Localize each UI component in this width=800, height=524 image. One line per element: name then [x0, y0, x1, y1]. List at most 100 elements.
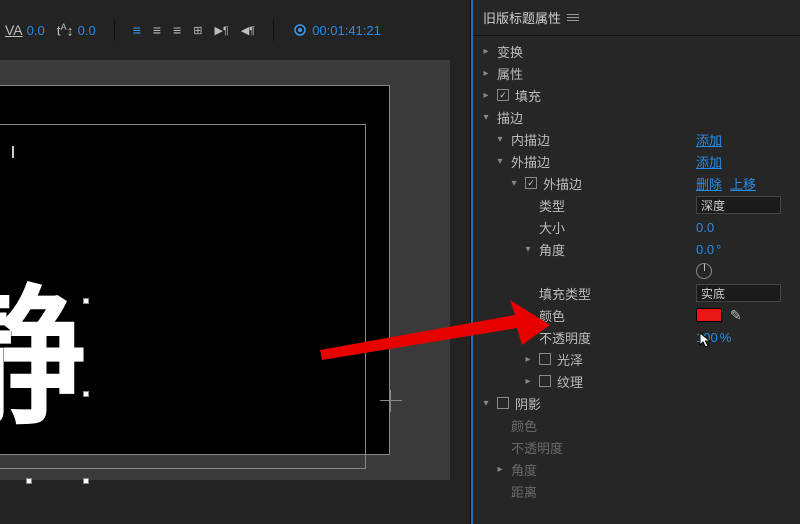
- sheen-row[interactable]: 光泽: [481, 348, 800, 370]
- inner-stroke-label: 内描边: [511, 130, 550, 149]
- outer-stroke-item-label: 外描边: [543, 174, 582, 193]
- canvas-area: 静: [0, 50, 464, 524]
- panel-menu-icon[interactable]: [567, 12, 579, 23]
- shadow-checkbox[interactable]: [497, 397, 509, 409]
- transform-group[interactable]: 变换: [481, 40, 800, 62]
- property-tree: 变换 属性 填充 描边 内描边 添加 外描边 添加 外描边: [471, 36, 800, 506]
- selection-handle[interactable]: [26, 478, 32, 484]
- twirl-icon[interactable]: [495, 134, 505, 145]
- selection-handle[interactable]: [83, 298, 89, 304]
- align-right-icon[interactable]: ≡: [173, 22, 181, 38]
- twirl-icon[interactable]: [523, 354, 533, 365]
- stroke-label: 描边: [497, 108, 523, 127]
- panel-active-indicator: [471, 0, 473, 524]
- show-video-icon[interactable]: ▶¶: [214, 24, 228, 37]
- timecode-group[interactable]: 00:01:41:21: [292, 22, 381, 38]
- panel-title-label: 旧版标题属性: [483, 8, 561, 27]
- outer-stroke-label: 外描边: [511, 152, 550, 171]
- twirl-icon[interactable]: [495, 156, 505, 167]
- legacy-title-properties-panel: 旧版标题属性 变换 属性 填充 描边 内描边 添加 外描边 添: [470, 0, 800, 524]
- fill-type-row: 填充类型 实底: [481, 282, 800, 304]
- stroke-color-label: 颜色: [539, 306, 565, 325]
- align-center-icon[interactable]: ≡: [153, 22, 161, 38]
- texture-label: 纹理: [557, 372, 583, 391]
- move-up-link[interactable]: 上移: [730, 174, 756, 193]
- title-safe-frame[interactable]: 静: [0, 85, 390, 455]
- shadow-distance-row: 距离: [481, 480, 800, 502]
- shadow-color-row: 颜色: [481, 414, 800, 436]
- eyedropper-icon[interactable]: ✎: [730, 307, 742, 324]
- add-inner-stroke-link[interactable]: 添加: [696, 130, 722, 149]
- twirl-icon[interactable]: [523, 244, 533, 255]
- stroke-opacity-row: 不透明度 100 %: [481, 326, 800, 348]
- delete-stroke-link[interactable]: 删除: [696, 174, 722, 193]
- transform-label: 变换: [497, 42, 523, 61]
- title-text[interactable]: 静: [0, 291, 81, 426]
- fill-type-select[interactable]: 实底: [696, 284, 781, 302]
- stroke-angle-row[interactable]: 角度 0.0 °: [481, 238, 800, 260]
- twirl-icon[interactable]: [481, 90, 491, 101]
- angle-unit: °: [716, 242, 721, 257]
- shadow-group[interactable]: 阴影: [481, 392, 800, 414]
- add-outer-stroke-link[interactable]: 添加: [696, 152, 722, 171]
- shadow-angle-label: 角度: [511, 460, 537, 479]
- stroke-size-label: 大小: [539, 218, 565, 237]
- sheen-label: 光泽: [557, 350, 583, 369]
- angle-dial-row: [481, 260, 800, 282]
- crosshair: [380, 400, 402, 401]
- stroke-color-row: 颜色 ✎: [481, 304, 800, 326]
- toolbar: VA 0.0 tA↕ 0.0 ≡ ≡ ≡ ⊞ ▶¶ ◀¶ 00:01:41:21: [0, 15, 381, 45]
- twirl-icon[interactable]: [481, 398, 491, 409]
- texture-checkbox[interactable]: [539, 375, 551, 387]
- baseline-control[interactable]: tA↕ 0.0: [57, 22, 96, 39]
- twirl-icon[interactable]: [481, 112, 491, 123]
- outer-stroke-group[interactable]: 外描边 添加: [481, 150, 800, 172]
- stroke-angle-value[interactable]: 0.0: [696, 242, 714, 257]
- fill-checkbox[interactable]: [497, 89, 509, 101]
- twirl-icon[interactable]: [481, 68, 491, 79]
- outer-stroke-checkbox[interactable]: [525, 177, 537, 189]
- eye-icon: [292, 22, 308, 38]
- stroke-type-select[interactable]: 深度: [696, 196, 781, 214]
- properties-group[interactable]: 属性: [481, 62, 800, 84]
- timecode-value[interactable]: 00:01:41:21: [312, 23, 381, 38]
- angle-dial[interactable]: [696, 263, 712, 279]
- divider: [114, 19, 115, 41]
- fill-type-value: 实底: [701, 285, 725, 302]
- canvas-background: 静: [0, 60, 450, 480]
- stroke-group[interactable]: 描边: [481, 106, 800, 128]
- snap-icon[interactable]: ◀¶: [241, 24, 255, 37]
- properties-label: 属性: [497, 64, 523, 83]
- text-selection-box[interactable]: 静: [0, 301, 86, 481]
- color-swatch[interactable]: [696, 308, 722, 322]
- stroke-size-value[interactable]: 0.0: [696, 220, 714, 235]
- kerning-control[interactable]: VA 0.0: [5, 22, 45, 38]
- selection-handle[interactable]: [83, 391, 89, 397]
- texture-row[interactable]: 纹理: [481, 370, 800, 392]
- kerning-value[interactable]: 0.0: [27, 23, 45, 38]
- mouse-cursor: [699, 332, 713, 350]
- fill-group[interactable]: 填充: [481, 84, 800, 106]
- twirl-icon[interactable]: [509, 178, 519, 189]
- divider: [273, 19, 274, 41]
- outer-stroke-item[interactable]: 外描边 删除 上移: [481, 172, 800, 194]
- fill-label: 填充: [515, 86, 541, 105]
- inner-stroke-group[interactable]: 内描边 添加: [481, 128, 800, 150]
- shadow-label: 阴影: [515, 394, 541, 413]
- twirl-icon[interactable]: [495, 464, 505, 475]
- twirl-icon[interactable]: [481, 46, 491, 57]
- shadow-distance-label: 距离: [511, 482, 537, 501]
- twirl-icon[interactable]: [523, 376, 533, 387]
- sheen-checkbox[interactable]: [539, 353, 551, 365]
- baseline-value[interactable]: 0.0: [78, 23, 96, 38]
- stroke-type-row: 类型 深度: [481, 194, 800, 216]
- fill-type-label: 填充类型: [539, 284, 591, 303]
- shadow-angle-row[interactable]: 角度: [481, 458, 800, 480]
- stroke-size-row: 大小 0.0: [481, 216, 800, 238]
- shadow-opacity-row: 不透明度: [481, 436, 800, 458]
- tab-icon[interactable]: ⊞: [193, 24, 202, 37]
- selection-handle[interactable]: [83, 478, 89, 484]
- crosshair: [390, 390, 391, 412]
- stroke-type-label: 类型: [539, 196, 565, 215]
- align-left-icon[interactable]: ≡: [133, 22, 141, 38]
